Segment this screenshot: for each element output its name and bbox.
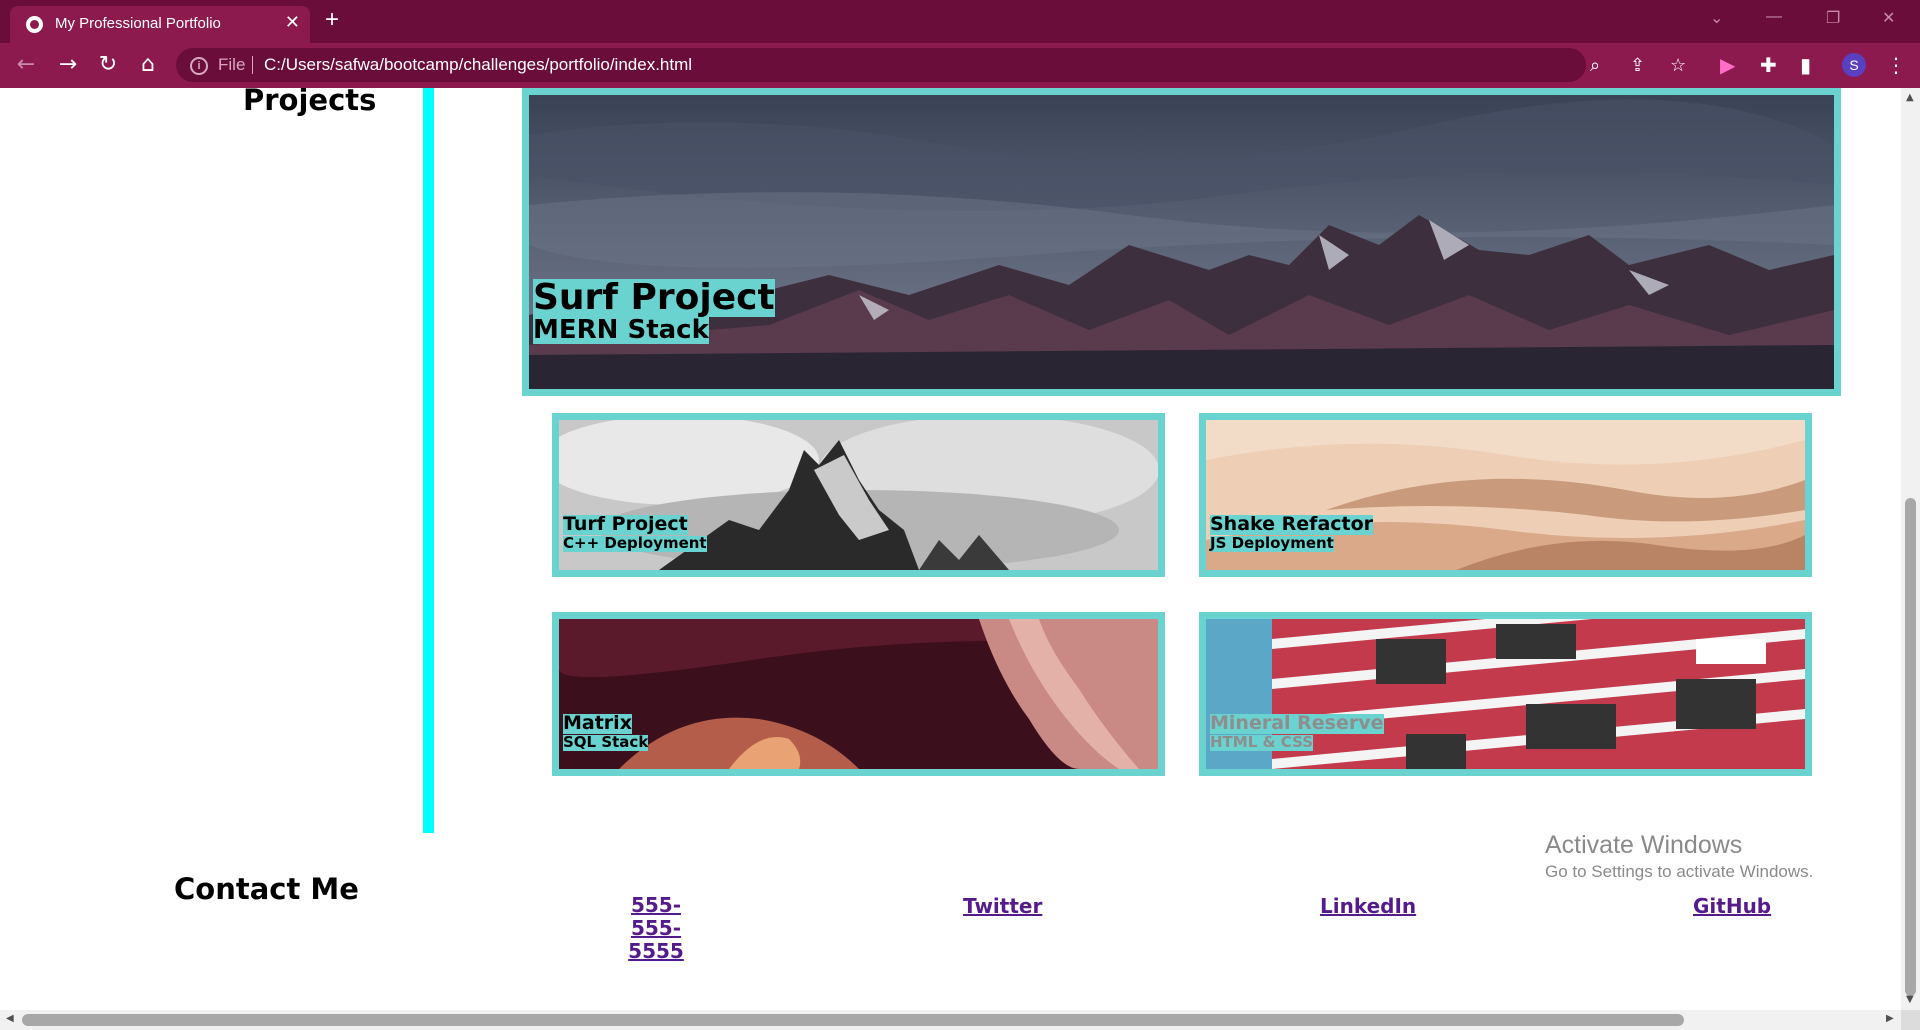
project-subtitle: JS Deployment	[1210, 533, 1334, 552]
scroll-left-icon[interactable]: ◀	[6, 1013, 14, 1024]
project-title: Surf Project	[533, 277, 775, 318]
project-subtitle: MERN Stack	[533, 314, 709, 345]
forward-icon[interactable]: →	[56, 53, 80, 77]
project-title: Turf Project	[563, 513, 688, 535]
tab-search-icon[interactable]: ⌄	[1710, 8, 1723, 28]
browser-tab[interactable]: My Professional Portfolio ✕	[10, 6, 310, 43]
tab-strip: My Professional Portfolio ✕ + ⌄ — ❐ ✕	[0, 0, 1920, 43]
project-card-surf[interactable]: Surf Project MERN Stack	[522, 88, 1841, 396]
zoom-icon[interactable]: ⌕	[1590, 55, 1600, 76]
activate-windows-title: Activate Windows	[1545, 831, 1743, 859]
new-tab-button[interactable]: +	[325, 6, 339, 34]
project-card-matrix[interactable]: Matrix SQL Stack	[552, 612, 1165, 776]
address-bar[interactable]: i File C:/Users/safwa/bootcamp/challenge…	[176, 48, 1686, 82]
scrollbar-corner	[1901, 1010, 1920, 1030]
github-link[interactable]: GitHub	[1693, 894, 1771, 918]
section-divider	[423, 88, 434, 833]
reload-icon[interactable]: ↻	[96, 53, 120, 77]
canyon-rock-image	[559, 619, 1158, 769]
project-subtitle: C++ Deployment	[563, 533, 707, 552]
linkedin-link[interactable]: LinkedIn	[1320, 894, 1416, 918]
contact-heading: Contact Me	[174, 872, 359, 906]
scroll-up-icon[interactable]: ▲	[1906, 92, 1914, 103]
address-separator	[252, 56, 253, 74]
project-title: Matrix	[563, 712, 632, 734]
vertical-scrollbar[interactable]: ▲ ▼	[1901, 88, 1920, 1010]
phone-part: 555-	[630, 916, 682, 940]
vertical-scroll-thumb[interactable]	[1905, 498, 1916, 996]
phone-part: 5555	[628, 939, 684, 963]
phone-part: 555-	[630, 893, 682, 917]
back-icon[interactable]: ←	[14, 53, 38, 77]
twitter-link[interactable]: Twitter	[963, 894, 1042, 918]
project-subtitle: SQL Stack	[563, 732, 649, 751]
horizontal-scrollbar[interactable]: ◀ ▶	[0, 1010, 1901, 1030]
menu-icon[interactable]: ⋮	[1886, 53, 1906, 77]
project-card-shake[interactable]: Shake Refactor JS Deployment	[1199, 413, 1812, 577]
scroll-right-icon[interactable]: ▶	[1886, 1013, 1894, 1024]
bookmark-star-icon[interactable]: ☆	[1670, 55, 1686, 76]
extension-icon[interactable]: ▶	[1720, 53, 1735, 77]
browser-toolbar: ← → ↻ ⌂ i File C:/Users/safwa/bootcamp/c…	[0, 43, 1920, 88]
projects-heading: Projects	[243, 88, 377, 117]
horizontal-scroll-thumb[interactable]	[22, 1014, 1684, 1026]
project-subtitle: HTML & CSS	[1210, 732, 1314, 751]
side-panel-icon[interactable]: ▮	[1800, 53, 1811, 77]
profile-avatar[interactable]: S	[1842, 53, 1866, 77]
restore-icon[interactable]: ❐	[1826, 8, 1840, 28]
globe-icon	[26, 16, 43, 33]
tab-title: My Professional Portfolio	[55, 15, 221, 32]
puzzle-icon[interactable]: ✚	[1760, 53, 1777, 77]
minimize-icon[interactable]: —	[1766, 8, 1782, 26]
home-icon[interactable]: ⌂	[136, 53, 160, 77]
project-title: Shake Refactor	[1210, 513, 1374, 535]
info-icon[interactable]: i	[190, 57, 208, 75]
scroll-down-icon[interactable]: ▼	[1906, 994, 1914, 1005]
project-title: Mineral Reserve	[1210, 712, 1384, 734]
share-icon[interactable]: ⇪	[1630, 55, 1645, 76]
project-card-turf[interactable]: Turf Project C++ Deployment	[552, 413, 1165, 577]
mountain-range-image	[529, 95, 1834, 389]
project-card-mineral[interactable]: Mineral Reserve HTML & CSS	[1199, 612, 1812, 776]
phone-link[interactable]: 555- 555- 5555	[620, 894, 692, 963]
activate-windows-subtitle: Go to Settings to activate Windows.	[1545, 862, 1814, 881]
url-text[interactable]: C:/Users/safwa/bootcamp/challenges/portf…	[264, 55, 692, 75]
close-window-icon[interactable]: ✕	[1882, 8, 1895, 28]
close-tab-icon[interactable]: ✕	[285, 12, 300, 33]
file-label: File	[218, 55, 246, 74]
